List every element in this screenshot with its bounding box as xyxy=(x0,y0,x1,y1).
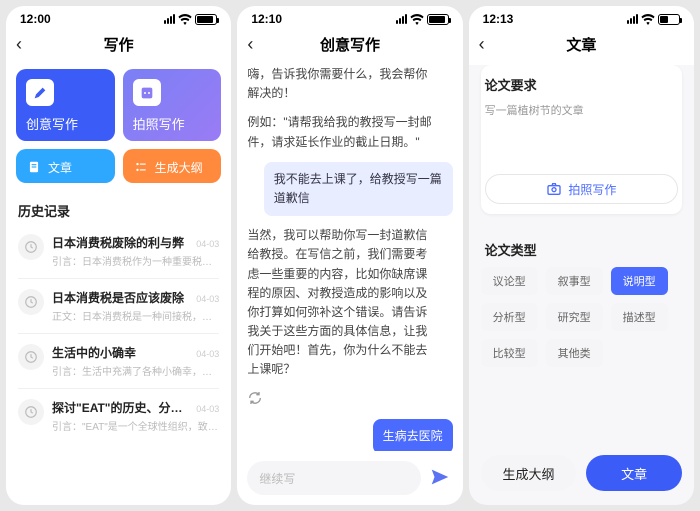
ai-message: 当然，我可以帮助你写一封道歉信给教授。在写信之前，我们需要考虑一些重要的内容，比… xyxy=(247,226,436,380)
history-title: 探讨"EAT"的历史、分布和使命 xyxy=(52,399,192,416)
screen-article-form: 12:13 ‹ 文章 论文要求 写一篇植树节的文章 拍照写作 论文类型 议论型 … xyxy=(469,6,694,505)
wifi-icon xyxy=(410,14,424,25)
type-chip[interactable]: 分析型 xyxy=(481,303,538,331)
header: ‹ 写作 xyxy=(6,28,231,65)
card-label: 创意写作 xyxy=(26,114,105,133)
page-title: 创意写作 xyxy=(320,34,380,55)
history-sub: 引言：日本消费税作为一种重要税收方式， xyxy=(52,253,219,268)
type-chip[interactable]: 描述型 xyxy=(611,303,668,331)
requirements-card: 论文要求 写一篇植树节的文章 拍照写作 xyxy=(481,65,682,214)
history-item[interactable]: 生活中的小确幸 04-03 引言：生活中充满了各种小确幸，让我们感 xyxy=(18,334,219,389)
history-sub: 正文：日本消费税是一种间接税，对商品和 xyxy=(52,308,219,323)
battery-icon xyxy=(658,14,680,25)
screen-creative-chat: 12:10 ‹ 创意写作 嗨，告诉我你需要什么，我会帮你解决的！ 例如："请帮我… xyxy=(237,6,462,505)
signal-icon xyxy=(396,14,407,24)
history-heading: 历史记录 xyxy=(6,191,231,224)
type-heading: 论文类型 xyxy=(481,226,682,267)
page-title: 文章 xyxy=(566,34,596,55)
user-message: 我不能去上课了，给教授写一篇道歉信 xyxy=(264,162,453,216)
document-icon xyxy=(26,159,42,175)
generate-article-button[interactable]: 文章 xyxy=(586,455,682,491)
history-item[interactable]: 探讨"EAT"的历史、分布和使命 04-03 引言："EAT"是一个全球性组织，致… xyxy=(18,389,219,443)
signal-icon xyxy=(164,14,175,24)
history-item[interactable]: 日本消费税是否应该废除 04-03 正文：日本消费税是一种间接税，对商品和 xyxy=(18,279,219,334)
camera-icon xyxy=(546,181,562,197)
page-title: 写作 xyxy=(104,34,134,55)
send-icon[interactable] xyxy=(429,466,453,490)
status-bar: 12:13 xyxy=(469,6,694,28)
history-title: 日本消费税是否应该废除 xyxy=(52,289,184,306)
card-label: 生成大纲 xyxy=(155,159,203,176)
pencil-icon xyxy=(26,79,54,106)
history-title: 生活中的小确幸 xyxy=(52,344,136,361)
regenerate-icon[interactable] xyxy=(247,390,267,409)
header: ‹ 文章 xyxy=(469,28,694,65)
card-label: 拍照写作 xyxy=(133,114,212,133)
status-bar: 12:10 xyxy=(237,6,462,28)
generate-outline-button[interactable]: 生成大纲 xyxy=(481,455,577,491)
battery-icon xyxy=(427,14,449,25)
signal-icon xyxy=(627,14,638,24)
card-outline[interactable]: 生成大纲 xyxy=(123,149,222,183)
screen-writing-home: 12:00 ‹ 写作 创意写作 拍照写作 xyxy=(6,6,231,505)
back-icon[interactable]: ‹ xyxy=(247,34,253,55)
type-chip[interactable]: 其他类 xyxy=(546,339,603,367)
wifi-icon xyxy=(641,14,655,25)
ai-message: 嗨，告诉我你需要什么，我会帮你解决的！ xyxy=(247,65,436,103)
clock: 12:00 xyxy=(20,12,51,26)
wifi-icon xyxy=(178,14,192,25)
ai-icon xyxy=(133,79,161,106)
header: ‹ 创意写作 xyxy=(237,28,462,65)
clock: 12:13 xyxy=(483,12,514,26)
clock-icon xyxy=(18,234,44,260)
back-icon[interactable]: ‹ xyxy=(16,34,22,55)
battery-icon xyxy=(195,14,217,25)
history-sub: 引言：生活中充满了各种小确幸，让我们感 xyxy=(52,363,219,378)
type-chip-group: 议论型 叙事型 说明型 分析型 研究型 描述型 比较型 其他类 xyxy=(481,267,682,367)
history-time: 04-03 xyxy=(196,239,219,249)
user-message: 生病去医院 xyxy=(373,419,453,451)
card-photo-writing[interactable]: 拍照写作 xyxy=(123,69,222,141)
type-chip[interactable]: 研究型 xyxy=(546,303,603,331)
history-sub: 引言："EAT"是一个全球性组织，致力于推 xyxy=(52,418,219,433)
card-article[interactable]: 文章 xyxy=(16,149,115,183)
clock-icon xyxy=(18,399,44,425)
status-bar: 12:00 xyxy=(6,6,231,28)
history-item[interactable]: 日本消费税废除的利与弊 04-03 引言：日本消费税作为一种重要税收方式， xyxy=(18,224,219,279)
type-chip[interactable]: 叙事型 xyxy=(546,267,603,295)
chat-input-bar: 继续写 xyxy=(237,451,462,505)
type-chip[interactable]: 说明型 xyxy=(611,267,668,295)
history-list: 日本消费税废除的利与弊 04-03 引言：日本消费税作为一种重要税收方式， 日本消… xyxy=(6,224,231,443)
history-time: 04-03 xyxy=(196,404,219,414)
history-time: 04-03 xyxy=(196,294,219,304)
photo-write-button[interactable]: 拍照写作 xyxy=(485,174,678,204)
chat-input[interactable]: 继续写 xyxy=(247,461,420,495)
clock-icon xyxy=(18,289,44,315)
clock: 12:10 xyxy=(251,12,282,26)
ai-example: 例如："请帮我给我的教授写一封邮件，请求延长作业的截止日期。" xyxy=(247,113,436,151)
photo-write-label: 拍照写作 xyxy=(568,181,616,198)
type-chip[interactable]: 议论型 xyxy=(481,267,538,295)
back-icon[interactable]: ‹ xyxy=(479,34,485,55)
card-label: 文章 xyxy=(48,159,72,176)
history-time: 04-03 xyxy=(196,349,219,359)
card-creative-writing[interactable]: 创意写作 xyxy=(16,69,115,141)
requirements-label: 论文要求 xyxy=(485,75,678,94)
history-title: 日本消费税废除的利与弊 xyxy=(52,234,184,251)
footer-actions: 生成大纲 文章 xyxy=(469,445,694,505)
type-chip[interactable]: 比较型 xyxy=(481,339,538,367)
clock-icon xyxy=(18,344,44,370)
list-icon xyxy=(133,159,149,175)
requirements-value[interactable]: 写一篇植树节的文章 xyxy=(485,102,678,118)
